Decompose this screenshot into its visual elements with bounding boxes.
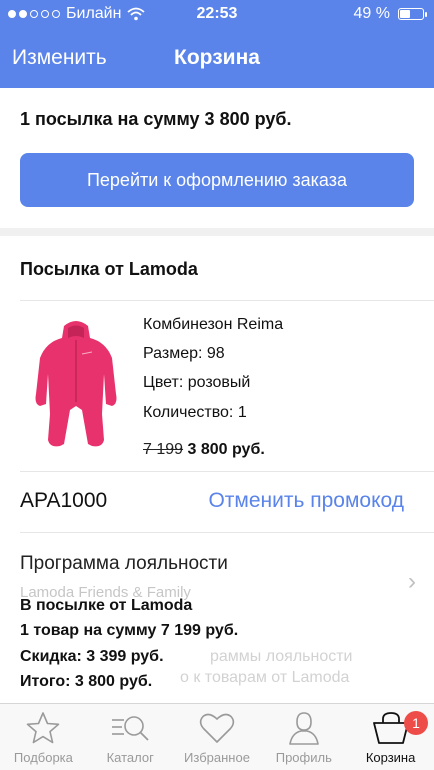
product-price: 3 800 руб. — [187, 441, 265, 458]
status-bar: Билайн 22:53 49 % — [0, 0, 434, 28]
cart-summary: 1 посылка на сумму 3 800 руб. — [20, 109, 292, 129]
tab-label: Корзина — [365, 750, 416, 765]
product-price-row: 7 199 3 800 руб. — [143, 441, 265, 459]
page-title: Корзина — [174, 46, 260, 69]
cart-badge: 1 — [403, 711, 428, 735]
section-separator — [0, 228, 434, 236]
heart-icon — [197, 710, 237, 746]
nav-bar: Изменить Корзина — [0, 30, 434, 88]
tab-profile[interactable]: Профиль — [260, 704, 347, 770]
tab-label: Каталог — [106, 750, 154, 765]
app-header: Билайн 22:53 49 % Изменить Корзина — [0, 0, 434, 88]
status-right: 49 % — [353, 5, 427, 23]
totals-header: В посылке от Lamoda — [20, 597, 193, 614]
tab-favorites[interactable]: Избранное — [174, 704, 261, 770]
divider — [20, 471, 434, 472]
totals-goods: 1 товар на сумму 7 199 руб. — [20, 622, 239, 639]
promo-code: APA1000 — [20, 489, 108, 512]
divider — [20, 532, 434, 533]
loyalty-title[interactable]: Программа лояльности — [20, 553, 228, 575]
divider — [20, 300, 434, 301]
tab-cart[interactable]: Корзина 1 — [347, 704, 434, 770]
product-old-price: 7 199 — [143, 441, 184, 458]
loyalty-faded-text: о к товарам от Lamoda — [180, 669, 350, 686]
product-quantity: Количество: 1 — [143, 404, 247, 421]
product-image[interactable] — [26, 314, 126, 454]
chevron-right-icon[interactable]: › — [408, 568, 416, 596]
totals-discount: Скидка: 3 399 руб. — [20, 648, 164, 665]
parcel-title: Посылка от Lamoda — [20, 259, 198, 279]
tab-label: Подборка — [13, 750, 73, 765]
product-name[interactable]: Комбинезон Reima — [143, 316, 283, 334]
cancel-promo-button[interactable]: Отменить промокод — [208, 489, 404, 513]
battery-percent: 49 % — [353, 5, 390, 22]
product-color: Цвет: розовый — [143, 374, 251, 391]
catalog-search-icon — [110, 710, 150, 746]
battery-icon — [398, 8, 427, 20]
tab-podborka[interactable]: Подборка — [0, 704, 87, 770]
tab-label: Профиль — [275, 750, 332, 765]
tab-label: Избранное — [184, 750, 250, 765]
totals-total: Итого: 3 800 руб. — [20, 673, 153, 690]
checkout-button[interactable]: Перейти к оформлению заказа — [20, 153, 414, 207]
tab-bar: Подборка Каталог Избранное Профиль Корзи… — [0, 703, 434, 770]
tab-catalog[interactable]: Каталог — [87, 704, 174, 770]
profile-icon — [284, 710, 324, 746]
star-icon — [23, 710, 63, 746]
product-size: Размер: 98 — [143, 345, 225, 362]
loyalty-faded-text: раммы лояльности — [210, 648, 353, 665]
